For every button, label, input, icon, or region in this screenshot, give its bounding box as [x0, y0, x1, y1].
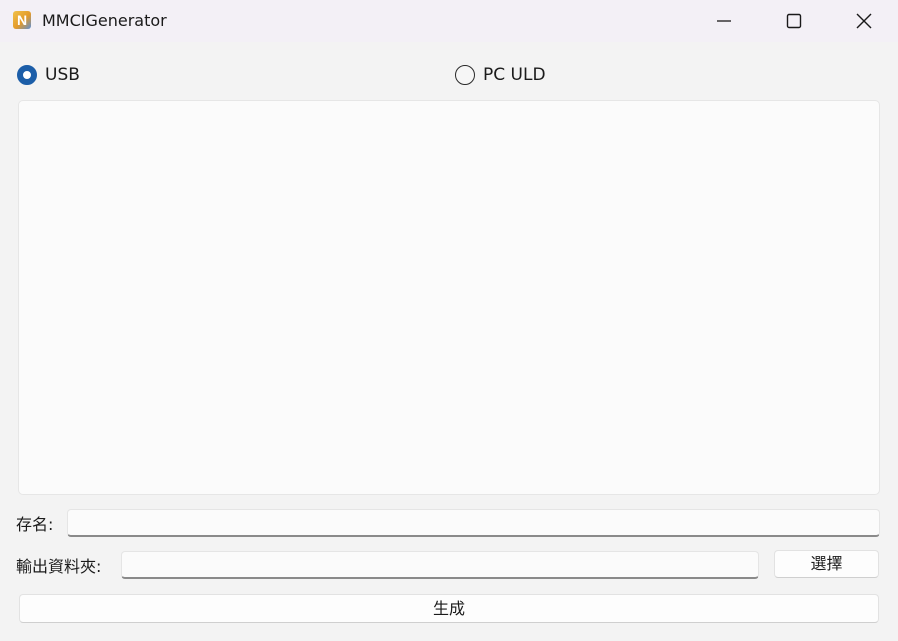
maximize-button[interactable]	[771, 0, 817, 42]
radio-usb[interactable]: USB	[17, 62, 80, 88]
radio-pc-uld[interactable]: PC ULD	[455, 62, 546, 88]
output-folder-input[interactable]	[121, 551, 759, 579]
close-button[interactable]	[841, 0, 887, 42]
radio-unchecked-indicator[interactable]	[455, 65, 475, 85]
app-window: N MMCIGenerator USB PC ULD 存名: 輸出資料夾: 選擇…	[0, 0, 898, 641]
app-icon: N	[13, 11, 31, 29]
title-bar[interactable]: N MMCIGenerator	[0, 0, 898, 42]
minimize-icon	[717, 20, 731, 22]
log-text-area[interactable]	[18, 100, 880, 495]
minimize-button[interactable]	[701, 0, 747, 42]
window-title: MMCIGenerator	[42, 11, 167, 30]
output-folder-label: 輸出資料夾:	[16, 557, 102, 576]
radio-pc-uld-label: PC ULD	[483, 65, 546, 85]
close-icon	[856, 13, 872, 29]
save-name-input[interactable]	[67, 509, 880, 537]
radio-checked-indicator[interactable]	[17, 65, 37, 85]
select-folder-button[interactable]: 選擇	[774, 550, 879, 578]
radio-usb-label: USB	[45, 65, 80, 85]
maximize-icon	[786, 13, 802, 29]
save-name-label: 存名:	[16, 515, 54, 534]
generate-button[interactable]: 生成	[19, 594, 879, 623]
